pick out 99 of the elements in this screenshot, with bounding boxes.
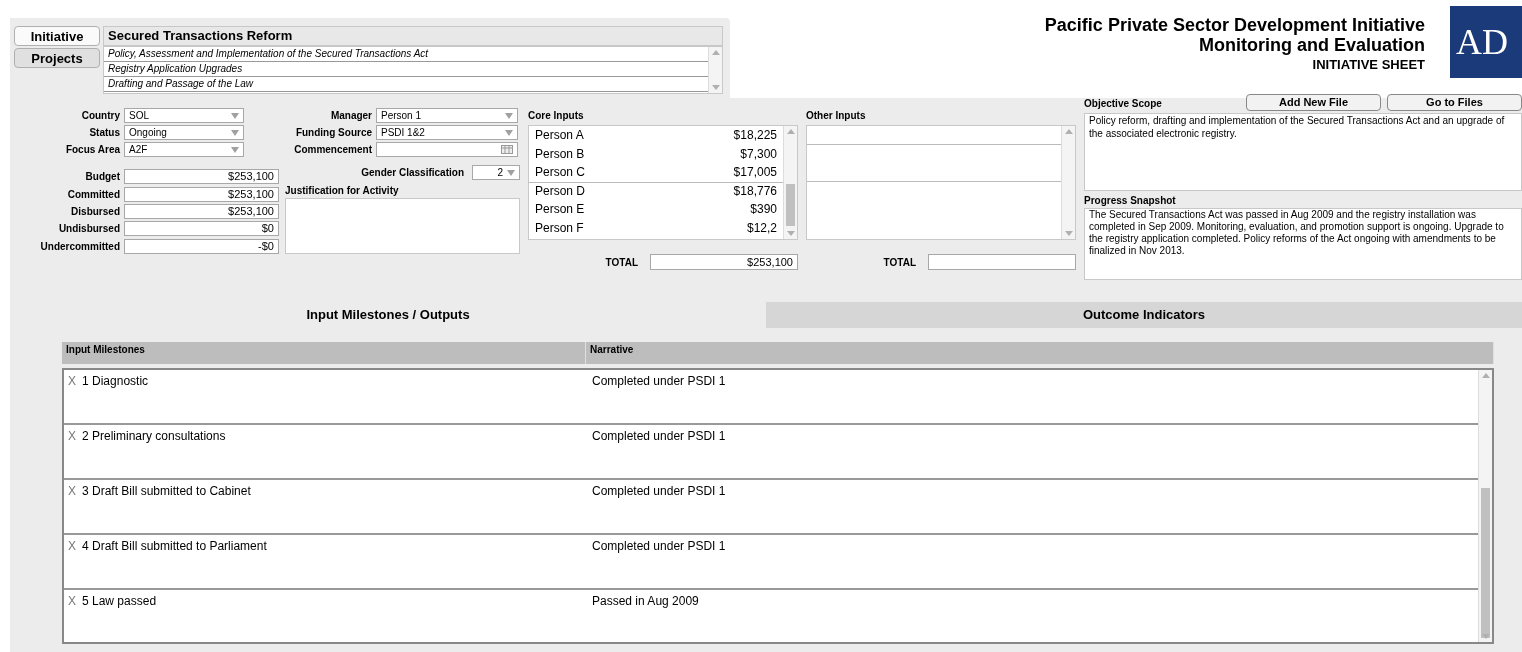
input-name: Person E [535, 201, 585, 219]
column-header: Narrative [586, 342, 1494, 364]
dropdown-arrow-icon [231, 129, 239, 136]
calendar-icon [501, 145, 513, 154]
input-amount: $18,225 [733, 127, 777, 145]
field-label: Focus Area [64, 143, 120, 157]
scroll-down-icon[interactable] [1065, 231, 1073, 236]
amount-label: Undercommitted [39, 239, 120, 254]
input-amount: $390 [750, 201, 777, 219]
input-amount: $18,776 [733, 183, 777, 201]
narrative-cell-text: Passed in Aug 2009 [591, 593, 699, 610]
section-tab[interactable]: Outcome Indicators [766, 302, 1522, 328]
progress-text[interactable]: The Secured Transactions Act was passed in Aug 2009 and the registry installation was completed in Sep 2009. Monitoring, evaluation, and promotion support is ongoing. Upgrade to the registry application completed. Policy reforms of the Act ongoing with amendments to be finalized in Nov 2013. [1084, 208, 1522, 280]
amount-field[interactable]: $0 [124, 221, 279, 237]
sheet-title: INITIATIVE SHEET [1312, 56, 1425, 74]
milestone-cell-text: 1 Diagnostic [82, 373, 149, 390]
input-name: Person B [535, 145, 585, 163]
scroll-up-icon[interactable] [1065, 129, 1073, 134]
amount-field[interactable]: $253,100 [124, 186, 279, 202]
scrollbar[interactable] [783, 126, 797, 239]
logo: AD [1450, 6, 1522, 78]
input-name: Person D [535, 183, 586, 201]
section-label: Core Inputs [528, 109, 585, 123]
input-amount: $17,005 [733, 164, 777, 182]
dropdown[interactable]: Person 1 [376, 108, 518, 123]
file-button[interactable]: Add New File [1246, 94, 1381, 111]
field-label: Manager [329, 109, 372, 123]
scrollbar[interactable] [708, 47, 722, 93]
section-label: Other Inputs [806, 109, 867, 123]
dropdown-arrow-icon [505, 112, 513, 119]
amount-field[interactable]: -$0 [124, 238, 279, 254]
milestone-cell-text: 5 Law passed [82, 593, 157, 610]
date-field[interactable] [376, 142, 518, 157]
total-field[interactable]: $253,100 [650, 254, 798, 270]
total-field[interactable] [928, 254, 1076, 270]
amount-field[interactable]: $253,100 [124, 169, 279, 185]
dropdown[interactable]: 2 [472, 165, 520, 180]
narrative-cell-text: Completed under PSDI 1 [591, 538, 726, 555]
scroll-thumb[interactable] [786, 184, 795, 226]
objective-text[interactable]: Policy reform, drafting and implementation of the Secured Transactions Act and an upgrade of the associated electronic registry. [1084, 113, 1522, 191]
header-subtitle: Monitoring and Evaluation [1199, 35, 1425, 55]
amount-label: Committed [66, 187, 120, 202]
project-item[interactable]: Drafting and Passage of the Law [104, 77, 708, 92]
milestone-cell-text: 4 Draft Bill submitted to Parliament [82, 538, 267, 555]
amount-label: Budget [84, 170, 120, 185]
project-item[interactable]: Registry Application Upgrades [104, 62, 708, 77]
input-name: Person C [535, 164, 586, 182]
side-tab[interactable]: Initiative [14, 26, 100, 46]
narrative-cell-text: Completed under PSDI 1 [591, 428, 726, 445]
delete-mark[interactable]: X [68, 427, 76, 445]
amount-label: Disbursed [70, 205, 120, 219]
input-name: Person F [535, 219, 584, 237]
field-label: Gender Classification [361, 166, 464, 180]
column-header: Input Milestones [62, 342, 586, 364]
dropdown-arrow-icon [505, 129, 513, 136]
input-amount: $12,2 [746, 219, 777, 237]
dropdown[interactable]: A2F [124, 142, 244, 157]
initiative-title: Secured Transactions Reform [103, 26, 723, 46]
dropdown[interactable]: Ongoing [124, 125, 244, 140]
milestone-cell-text: 2 Preliminary consultations [82, 428, 226, 445]
header-title: Pacific Private Sector Development Initiative [1044, 15, 1425, 35]
dropdown-arrow-icon [507, 169, 515, 176]
scrollbar[interactable] [1478, 370, 1492, 642]
side-tab[interactable]: Projects [14, 48, 100, 68]
delete-mark[interactable]: X [68, 537, 76, 555]
total-label: TOTAL [883, 255, 916, 270]
scroll-up-icon[interactable] [712, 50, 720, 55]
amount-field[interactable]: $253,100 [124, 204, 279, 219]
scroll-down-icon[interactable] [1482, 634, 1490, 639]
dropdown-arrow-icon [231, 112, 239, 119]
delete-mark[interactable]: X [68, 592, 76, 610]
scroll-thumb[interactable] [1481, 488, 1490, 638]
dropdown[interactable]: SOL [124, 108, 244, 123]
field-label: Funding Source [294, 126, 372, 140]
field-label: Justification for Activity [285, 184, 400, 198]
section-label: Objective Scope [1084, 97, 1162, 111]
delete-mark[interactable]: X [68, 482, 76, 500]
scroll-up-icon[interactable] [787, 129, 795, 134]
text-area[interactable] [285, 198, 520, 254]
amount-label: Undisbursed [57, 222, 120, 237]
field-label: Commencement [293, 143, 372, 157]
dropdown[interactable]: PSDI 1&2 [376, 125, 518, 140]
dropdown-arrow-icon [231, 146, 239, 153]
milestone-cell-text: 3 Draft Bill submitted to Cabinet [82, 483, 251, 500]
scroll-down-icon[interactable] [787, 231, 795, 236]
scrollbar[interactable] [1061, 126, 1075, 239]
file-button[interactable]: Go to Files [1387, 94, 1522, 111]
field-label: Status [88, 126, 120, 140]
section-label: Progress Snapshot [1084, 194, 1177, 208]
delete-mark[interactable]: X [68, 372, 76, 390]
field-label: Country [80, 109, 120, 123]
total-label: TOTAL [605, 255, 638, 270]
narrative-cell-text: Completed under PSDI 1 [591, 483, 726, 500]
narrative-cell-text: Completed under PSDI 1 [591, 373, 726, 390]
scroll-up-icon[interactable] [1482, 373, 1490, 378]
input-name: Person A [535, 127, 584, 145]
scroll-down-icon[interactable] [712, 85, 720, 90]
input-amount: $7,300 [740, 145, 777, 163]
project-item[interactable]: Policy, Assessment and Implementation of the Secured Transactions Act [104, 47, 708, 62]
